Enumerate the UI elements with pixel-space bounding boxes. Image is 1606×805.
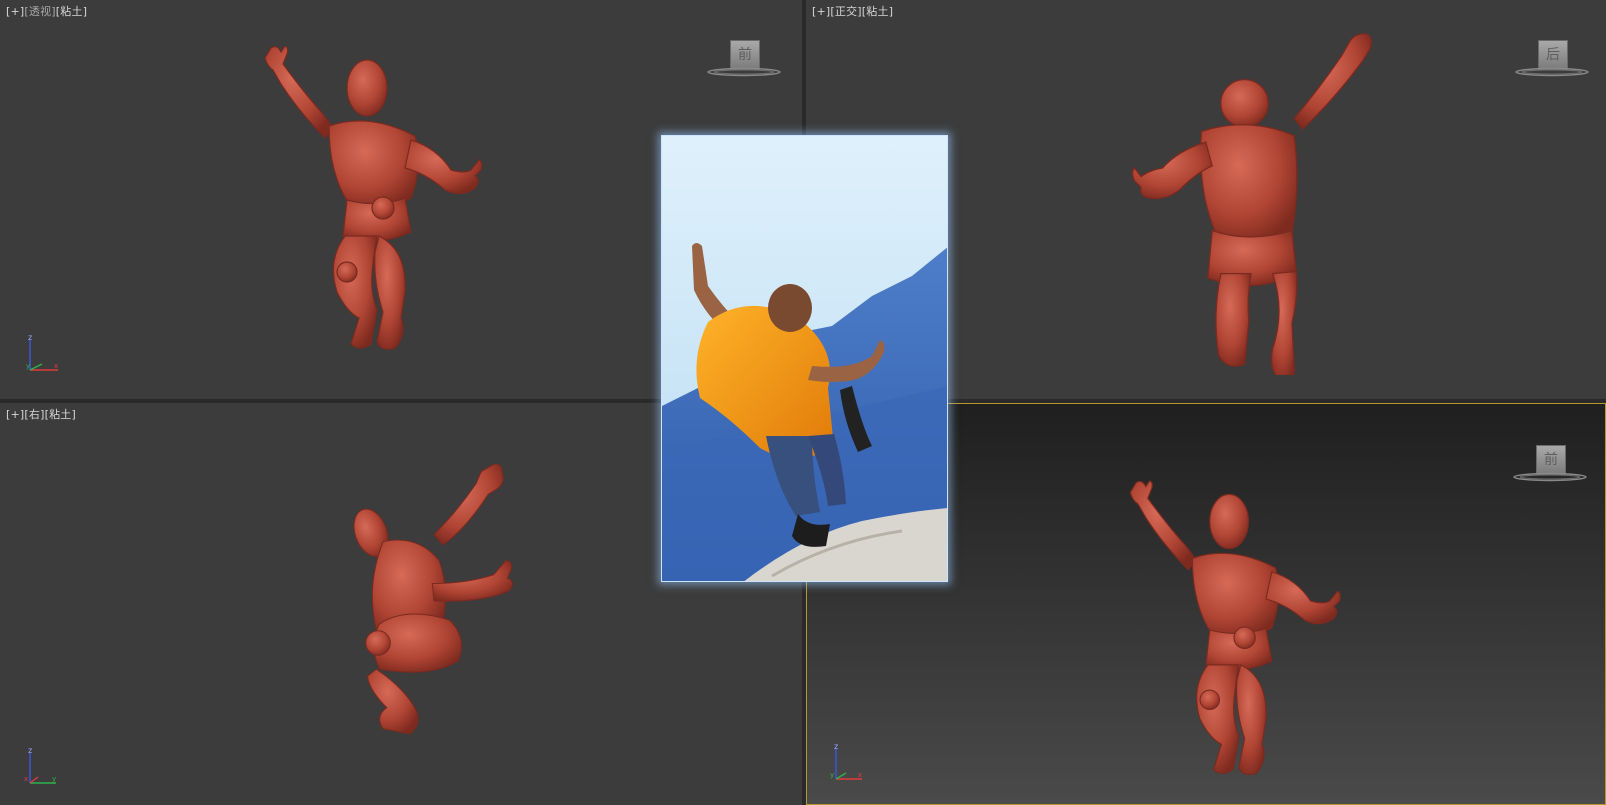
- axis-z-label: z: [28, 747, 32, 755]
- viewport-menu-plus[interactable]: [+]: [6, 5, 24, 18]
- viewport-view-mode[interactable]: [右]: [24, 408, 44, 421]
- viewcube[interactable]: 后: [1514, 40, 1594, 88]
- axis-x-label: x: [54, 362, 58, 370]
- viewport-label[interactable]: [+][透视][粘土]: [6, 3, 87, 19]
- viewport-label[interactable]: [+][右][粘土]: [6, 406, 76, 422]
- viewcube-face[interactable]: 前: [1536, 445, 1566, 475]
- axis-tripod-icon: z y x: [26, 334, 58, 371]
- viewport-label[interactable]: [+][正交][粘土]: [812, 3, 893, 19]
- viewcube[interactable]: 前: [1512, 445, 1592, 493]
- axis-x-label: x: [858, 771, 862, 779]
- viewcube[interactable]: 前: [706, 40, 786, 88]
- viewport-shading-mode[interactable]: [粘土]: [56, 5, 87, 18]
- reference-photo[interactable]: [661, 135, 948, 582]
- viewport-shading-mode[interactable]: [粘土]: [45, 408, 76, 421]
- viewport-view-mode[interactable]: [透视]: [24, 5, 55, 18]
- axis-x-label: x: [24, 775, 28, 783]
- axis-y-label: y: [830, 771, 834, 779]
- viewport-shading-mode[interactable]: [粘土]: [862, 5, 893, 18]
- viewport-menu-plus[interactable]: [+]: [6, 408, 24, 421]
- clay-figure-side[interactable]: [336, 451, 546, 751]
- viewcube-face[interactable]: 后: [1538, 40, 1568, 70]
- axis-z-label: z: [28, 334, 32, 342]
- viewcube-ring-icon[interactable]: [1514, 67, 1590, 77]
- clay-figure-front[interactable]: [1116, 475, 1350, 785]
- viewport-menu-plus[interactable]: [+]: [812, 5, 830, 18]
- axis-y-label: y: [26, 362, 30, 370]
- viewcube-ring-icon[interactable]: [1512, 472, 1588, 482]
- axis-tripod-icon: z y x: [830, 743, 862, 780]
- viewcube-face[interactable]: 前: [730, 40, 760, 70]
- clay-figure-front[interactable]: [246, 40, 496, 360]
- monk-kungfu-reference-photo-icon: [662, 136, 947, 581]
- viewport-view-mode[interactable]: [正交]: [830, 5, 861, 18]
- axis-tripod-icon: z x y: [24, 747, 56, 784]
- viewcube-ring-icon[interactable]: [706, 67, 782, 77]
- axis-z-label: z: [834, 743, 838, 751]
- clay-figure-back[interactable]: [1116, 30, 1386, 375]
- axis-y-label: y: [52, 775, 56, 783]
